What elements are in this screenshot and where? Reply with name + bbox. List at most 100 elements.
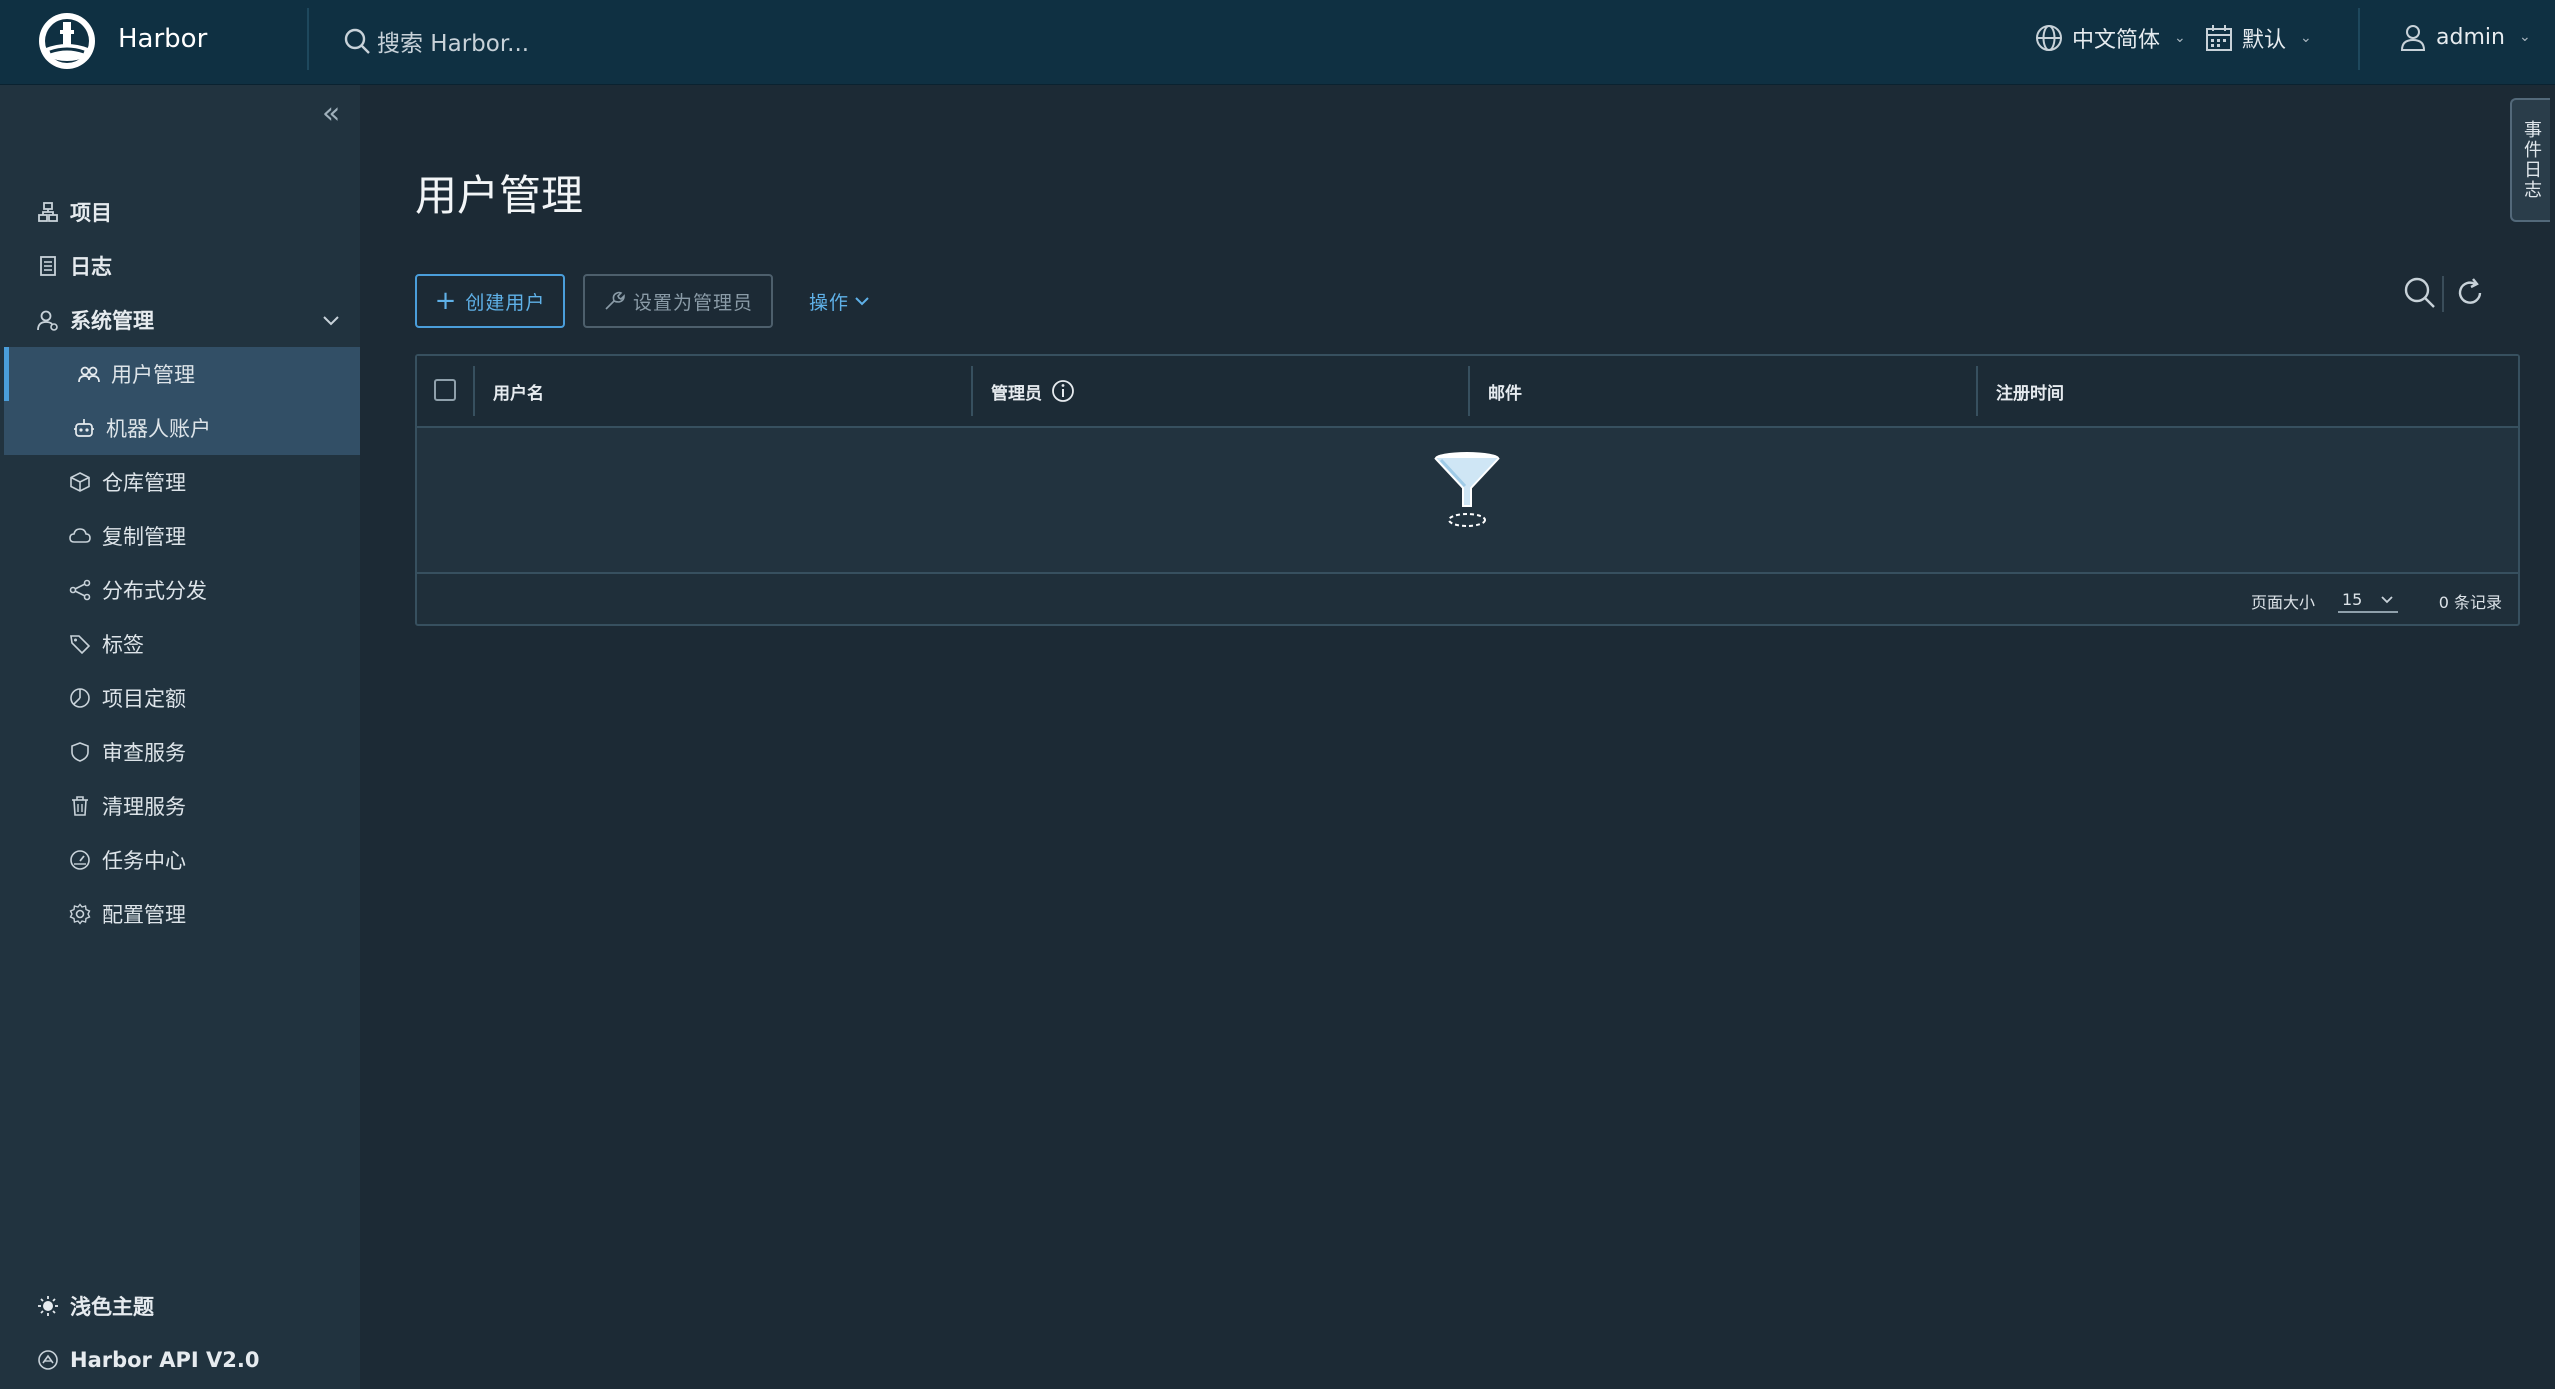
logs-icon xyxy=(36,254,60,278)
empty-funnel-icon xyxy=(1434,452,1500,527)
theme-toggle-label: 浅色主题 xyxy=(70,1295,154,1319)
set-admin-label: 设置为管理员 xyxy=(632,291,753,314)
sidebar-item-logs[interactable]: 日志 xyxy=(0,239,360,293)
chevron-down-icon xyxy=(323,316,339,326)
projects-icon xyxy=(36,200,60,224)
language-selector[interactable]: 中文简体 ⌄ xyxy=(2034,22,2186,54)
toolbar-divider xyxy=(2442,276,2444,312)
actions-label: 操作 xyxy=(808,291,849,314)
select-all-checkbox[interactable] xyxy=(434,379,456,401)
chevron-down-icon xyxy=(855,297,869,306)
page-title: 用户管理 xyxy=(415,171,584,220)
refresh-icon[interactable] xyxy=(2453,276,2487,310)
user-icon xyxy=(2400,25,2426,51)
empty-state xyxy=(417,428,2518,574)
create-user-label: 创建用户 xyxy=(465,291,546,314)
sidebar-item-administration[interactable]: 系统管理 xyxy=(0,293,360,347)
column-header-admin[interactable]: 管理员 xyxy=(991,356,1076,426)
sidebar-item-label: 仓库管理 xyxy=(102,471,186,495)
datetime-format-label: 默认 xyxy=(2242,28,2287,53)
users-table: 用户名 管理员 邮件 注册时间 页面大小 15 0 条记录 xyxy=(415,354,2520,626)
sidebar-item-replications[interactable]: 复制管理 xyxy=(0,509,360,563)
sidebar-item-users[interactable]: 用户管理 xyxy=(4,347,360,401)
event-log-label: 事件日志 xyxy=(2521,120,2542,200)
column-header-created[interactable]: 注册时间 xyxy=(1996,356,2064,426)
sidebar-item-label: 审查服务 xyxy=(102,741,186,765)
chevron-down-icon: ⌄ xyxy=(2174,30,2186,46)
sidebar-item-label: 项目 xyxy=(70,201,112,225)
column-header-email[interactable]: 邮件 xyxy=(1488,356,1522,426)
user-menu[interactable]: admin ⌄ xyxy=(2398,22,2531,52)
sun-icon xyxy=(36,1294,60,1318)
sidebar-item-robot-accounts[interactable]: 机器人账户 xyxy=(4,401,360,455)
header-divider xyxy=(307,8,309,70)
quota-icon xyxy=(68,686,92,710)
brand-name[interactable]: Harbor xyxy=(118,24,207,54)
sidebar-item-label: 复制管理 xyxy=(102,525,186,549)
sidebar-item-configuration[interactable]: 配置管理 xyxy=(0,887,360,941)
sidebar-item-labels[interactable]: 标签 xyxy=(0,617,360,671)
sidebar-item-interrogation-services[interactable]: 审查服务 xyxy=(0,725,360,779)
trash-icon xyxy=(68,794,92,818)
header-divider xyxy=(2358,8,2360,70)
table-header: 用户名 管理员 邮件 注册时间 xyxy=(417,356,2518,428)
sidebar-item-project-quotas[interactable]: 项目定额 xyxy=(0,671,360,725)
dashboard-icon xyxy=(68,848,92,872)
top-header: Harbor 搜索 Harbor... 中文简体 ⌄ 默认 ⌄ admin ⌄ xyxy=(0,0,2555,85)
share-icon xyxy=(68,578,92,602)
sidebar-item-label: 系统管理 xyxy=(70,309,154,333)
calendar-icon xyxy=(2206,25,2232,51)
search-placeholder[interactable]: 搜索 Harbor... xyxy=(377,24,529,58)
table-footer: 页面大小 15 0 条记录 xyxy=(417,574,2518,624)
wrench-icon xyxy=(605,291,625,310)
sidebar-item-distribution[interactable]: 分布式分发 xyxy=(0,563,360,617)
sidebar-item-label: 用户管理 xyxy=(111,363,195,387)
cloud-icon xyxy=(68,524,92,548)
global-search[interactable]: 搜索 Harbor... xyxy=(343,24,529,58)
sidebar-item-label: 标签 xyxy=(102,633,144,657)
datetime-format-selector[interactable]: 默认 ⌄ xyxy=(2204,22,2312,54)
sidebar-item-clean-up[interactable]: 清理服务 xyxy=(0,779,360,833)
chevron-down-icon: ⌄ xyxy=(2300,30,2312,46)
column-header-username[interactable]: 用户名 xyxy=(493,356,544,426)
search-icon[interactable] xyxy=(2403,276,2437,310)
harbor-logo-icon[interactable] xyxy=(36,10,98,72)
api-link[interactable]: Harbor API V2.0 xyxy=(0,1333,360,1387)
actions-dropdown[interactable]: 操作 xyxy=(800,274,880,328)
tag-icon xyxy=(68,632,92,656)
api-icon xyxy=(36,1348,60,1372)
record-count: 0 条记录 xyxy=(2438,593,2502,612)
sidebar-item-projects[interactable]: 项目 xyxy=(0,185,360,239)
plus-icon: + xyxy=(434,286,458,316)
sidebar-item-label: 日志 xyxy=(70,255,112,279)
language-label: 中文简体 xyxy=(2072,28,2161,53)
sidebar-item-label: 清理服务 xyxy=(102,795,186,819)
set-admin-button[interactable]: 设置为管理员 xyxy=(583,274,773,328)
search-icon xyxy=(344,28,370,54)
event-log-tab[interactable]: 事件日志 xyxy=(2510,98,2550,222)
page-size-select[interactable]: 15 xyxy=(2338,587,2398,613)
chevron-down-icon: ⌄ xyxy=(2518,29,2531,45)
column-separator xyxy=(473,366,475,416)
sidebar-item-label: 配置管理 xyxy=(102,903,186,927)
admin-icon xyxy=(36,308,60,332)
collapse-sidebar-icon[interactable]: « xyxy=(322,99,340,129)
column-separator xyxy=(1976,366,1978,416)
sidebar: « 项目 日志 系统管理 用户管理 机器人账户 仓库管理 复制管理 分布式分发 … xyxy=(0,85,360,1389)
api-link-label: Harbor API V2.0 xyxy=(70,1348,260,1372)
column-separator xyxy=(971,366,973,416)
page-size-value: 15 xyxy=(2342,589,2363,609)
theme-toggle[interactable]: 浅色主题 xyxy=(0,1279,360,1333)
column-separator xyxy=(1468,366,1470,416)
sidebar-item-label: 项目定额 xyxy=(102,687,186,711)
users-icon xyxy=(77,362,101,386)
sidebar-item-registries[interactable]: 仓库管理 xyxy=(0,455,360,509)
gear-icon xyxy=(68,902,92,926)
registry-icon xyxy=(68,470,92,494)
info-icon[interactable] xyxy=(1050,378,1076,404)
sidebar-item-job-service[interactable]: 任务中心 xyxy=(0,833,360,887)
sidebar-item-label: 机器人账户 xyxy=(106,417,211,441)
robot-icon xyxy=(72,416,96,440)
shield-icon xyxy=(68,740,92,764)
create-user-button[interactable]: + 创建用户 xyxy=(415,274,565,328)
